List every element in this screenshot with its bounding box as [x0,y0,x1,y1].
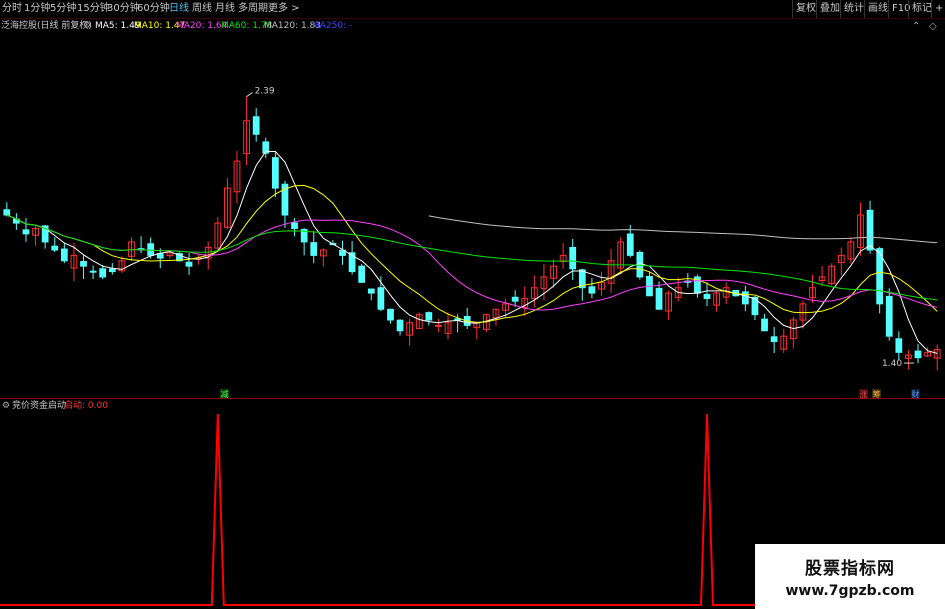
marker-zhang: 涨 [860,389,868,399]
candle-body [108,268,116,273]
ma20-line [6,214,938,311]
candle-body [866,209,874,251]
candle-body [271,157,279,189]
candle-body [310,242,318,256]
candle-body [895,338,903,353]
candle-body [569,246,577,270]
candle-body [387,308,394,321]
candle-body [185,261,193,267]
high-label: 2.39 [255,87,275,97]
marker-jian: 减 [221,389,229,399]
candle-body [435,324,442,327]
ma10-line [6,184,938,323]
low-label: 1.40 [882,359,902,369]
candle-body [588,286,596,294]
candle-body [741,291,749,305]
candle-body [89,270,97,273]
marker-cai: 财 [912,389,920,399]
candle-body [511,296,519,302]
candle-body [252,116,260,135]
indicator-settings-icon[interactable]: ⚙ [2,400,10,412]
candle-body [156,253,164,259]
candle-body [22,229,30,235]
candle-body [291,222,298,229]
candle-body [761,318,768,332]
candle-body [626,233,634,256]
indicator-value: 启动: 0.00 [64,401,108,411]
candle-body [885,295,893,337]
candle-body [147,243,155,256]
marker-chou: 筹 [873,389,881,399]
indicator-name: 竞价资金启动 [12,401,67,411]
candle-body [425,312,433,321]
candle-body [99,268,107,278]
candle-body [3,209,11,216]
candle-body [377,287,385,310]
kline-chart: 2.39 1.40 减 涨筹 财 [0,87,945,606]
high-pointer [246,92,253,97]
candle-body [655,287,663,310]
ma5-line [6,151,938,354]
candle-body [80,261,87,267]
candle-body [51,245,59,251]
candle-body [914,350,922,359]
watermark-title: 股票指标网 [805,559,895,579]
candle-body [60,248,68,262]
candle-body [358,265,366,283]
candle-body [770,336,778,343]
candle-body [396,319,404,332]
watermark-url: www.7gpzb.com [785,583,915,599]
candle-body [367,288,375,294]
watermark: 股票指标网 www.7gpzb.com [755,544,945,609]
candle-body [703,293,711,299]
